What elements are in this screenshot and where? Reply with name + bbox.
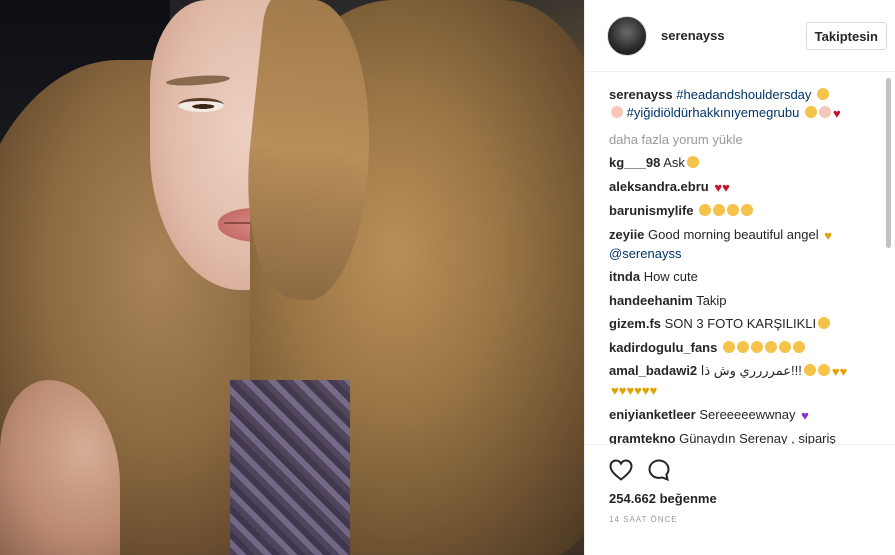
comment: aleksandra.ebru ♥♥ [609,178,873,197]
comment-text: Günaydın Serenay , sipariş [679,431,836,444]
emoji-icon [686,156,699,168]
comment-username[interactable]: itnda [609,269,640,284]
comment-username[interactable]: kadirdogulu_fans [609,340,717,355]
emoji-icon [792,340,805,353]
emoji-icon [727,204,740,216]
heart-emoji-icon: ♥♥ [831,364,848,379]
comment: handeehanim Takip [609,292,873,310]
emoji-icon [750,340,763,353]
comment-text: Good morning beautiful angel [648,226,819,242]
heart-emoji-icon: ♥ [824,227,832,243]
speech-bubble-icon[interactable] [647,458,671,482]
comment: kadirdogulu_fans [609,339,873,357]
emoji-icon [736,340,749,353]
comment: gramtekno Günaydın Serenay , sipariş [609,430,873,444]
comment: kg___98 Ask [609,154,873,172]
comment-text: عمرررري وش ذا!!! [700,363,802,378]
comment-username[interactable]: handeehanim [609,293,693,308]
emoji-icon [818,106,831,118]
comment-text: How cute [643,269,698,284]
comment-username[interactable]: barunismylife [609,203,694,218]
purple-heart-emoji-icon: ♥ [801,407,809,423]
photo-eye [178,98,224,112]
comment-mention[interactable]: @serenayss [609,246,681,261]
like-count[interactable]: 254.662 beğenme [609,491,895,506]
heart-outline-icon[interactable] [609,459,633,481]
comment: gizem.fs SON 3 FOTO KARŞILIKLI [609,315,873,333]
caption-hashtag[interactable]: #headandshouldersday [676,87,811,102]
emoji-icon [803,364,816,376]
emoji-icon [722,340,735,353]
heart-emoji-icon: ♥♥ [714,179,730,195]
emoji-icon [804,106,817,118]
comment: barunismylife [609,202,873,220]
emoji-icon [699,204,712,216]
action-buttons [609,457,895,483]
load-more-comments[interactable]: daha fazla yorum yükle [609,131,873,149]
comment-text: Sereeeeewwnay [699,406,796,422]
post-side-panel: serenayss Takiptesin serenayss #headands… [584,0,895,555]
comments-list: serenayss #headandshouldersday #yiğidiöl… [585,86,887,444]
comment: eniyianketleer Sereeeeewwnay ♥ [609,406,873,425]
comment-username[interactable]: kg___98 [609,155,660,170]
comment: itnda How cute [609,268,873,286]
comment-username[interactable]: eniyianketleer [609,407,696,422]
emoji-icon [778,340,791,353]
comment: amal_badawi2 عمرررري وش ذا!!! ♥♥ ♥♥♥♥♥♥ [609,362,873,400]
emoji-icon [611,106,623,118]
heart-emoji-icon: ♥♥♥♥♥♥ [611,383,658,398]
post-timestamp[interactable]: 14 SAAT ÖNCE [609,515,895,524]
emoji-icon [764,340,777,353]
comment-text: Takip [696,292,727,308]
post-photo[interactable] [0,0,584,555]
comment-text: Ask [663,155,685,170]
emoji-icon [713,204,726,216]
emoji-icon [741,204,754,216]
emoji-icon [818,317,831,329]
emoji-icon [817,364,830,376]
photo-top [230,380,350,555]
heart-emoji-icon: ♥ [832,106,841,121]
emoji-icon [817,88,830,100]
comment-username[interactable]: gramtekno [609,431,675,444]
post-actions: 254.662 beğenme 14 SAAT ÖNCE [585,444,895,524]
caption-username[interactable]: serenayss [609,87,673,102]
comment-username[interactable]: gizem.fs [609,316,661,331]
post-username[interactable]: serenayss [661,28,725,43]
avatar[interactable] [607,15,647,56]
post-caption: serenayss #headandshouldersday #yiğidiöl… [609,86,873,123]
comment-username[interactable]: amal_badawi2 [609,363,697,378]
comment-text: SON 3 FOTO KARŞILIKLI [664,316,817,331]
follow-button[interactable]: Takiptesin [805,22,887,50]
comment-username[interactable]: aleksandra.ebru [609,179,709,194]
comment-username[interactable]: zeyiie [609,227,644,242]
caption-hashtag[interactable]: #yiğidiöldürhakkınıyemegrubu [627,105,800,120]
comment: zeyiie Good morning beautiful angel ♥ @s… [609,226,873,263]
post-header: serenayss Takiptesin [585,0,895,72]
